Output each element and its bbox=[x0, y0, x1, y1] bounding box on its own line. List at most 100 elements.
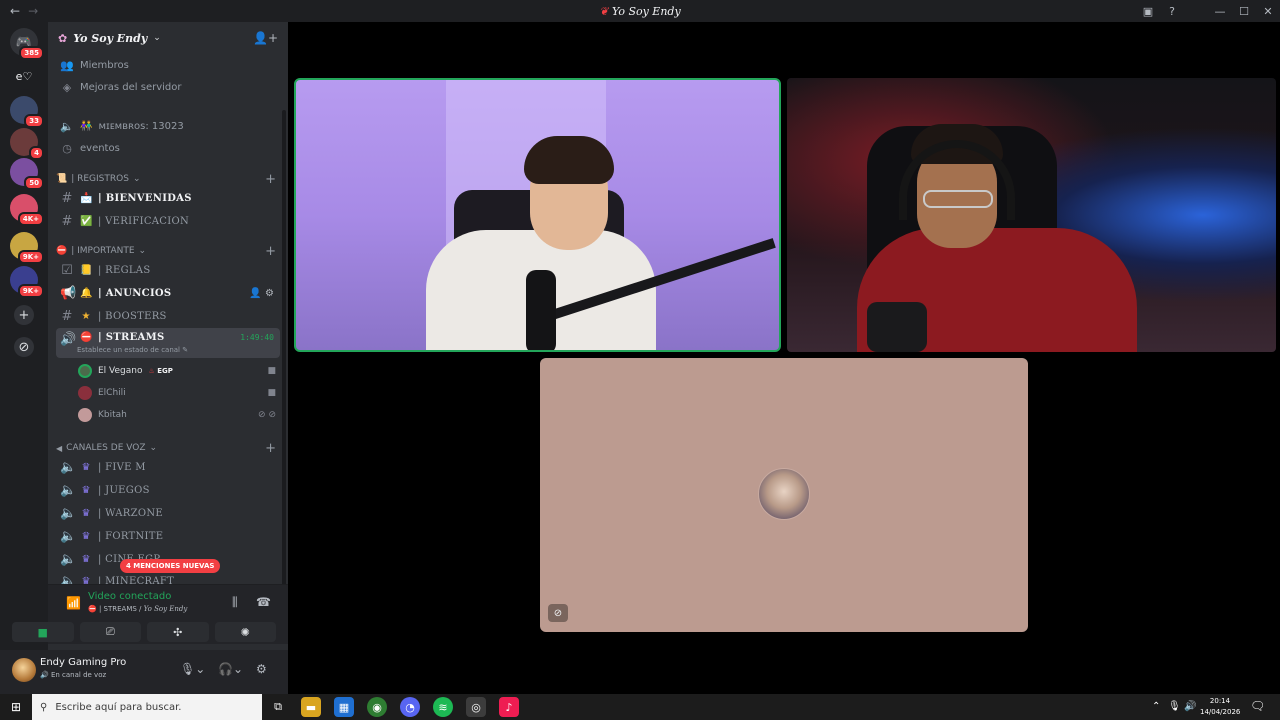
soundboard-button[interactable]: ✺ bbox=[214, 622, 276, 642]
check-emoji-icon: ✅ bbox=[80, 215, 93, 227]
server-badge: 9K+ bbox=[17, 250, 44, 264]
add-channel-icon[interactable]: + bbox=[265, 441, 276, 456]
camera-button[interactable]: ■ bbox=[12, 622, 74, 642]
tray-chevron-icon[interactable]: ⌃ bbox=[1152, 701, 1160, 712]
new-mentions-pill[interactable]: 4 MENCIONES NUEVAS bbox=[120, 559, 221, 573]
headphones-icon[interactable]: 🎧⌄ bbox=[218, 662, 243, 676]
user-avatar[interactable] bbox=[12, 658, 36, 682]
invite-people-icon[interactable]: 👤+ bbox=[253, 31, 278, 45]
noise-suppression-icon[interactable]: ⫼ bbox=[232, 595, 238, 610]
server-e-heart[interactable]: e♡ bbox=[10, 62, 38, 90]
channel-fortnite[interactable]: 🔈 ♛ | FORTNITE bbox=[56, 525, 280, 547]
category-importante[interactable]: ⛔ | IMPORTANTE ⌄ + bbox=[56, 243, 280, 259]
category-registros[interactable]: 📜 | REGISTROS ⌄ + bbox=[56, 171, 280, 187]
system-clock[interactable]: 20:14 14/04/2026 bbox=[1200, 696, 1240, 718]
speaker-icon: 🔈 bbox=[60, 459, 77, 475]
add-channel-icon[interactable]: + bbox=[265, 244, 276, 259]
disconnect-icon[interactable]: ☎ bbox=[256, 595, 271, 609]
file-explorer-icon[interactable]: ▬ bbox=[301, 697, 321, 717]
chrome-icon[interactable]: ◉ bbox=[367, 697, 387, 717]
rules-icon: ☑ bbox=[61, 262, 73, 278]
settings-gear-icon[interactable]: ⚙ bbox=[256, 662, 267, 676]
channel-bienvenidas[interactable]: # 📩 | BIENVENIDAS bbox=[56, 187, 280, 209]
voice-speaker-icon: 🔊 bbox=[60, 332, 77, 347]
member-count-channel[interactable]: 🔈 👫 ᴍɪᴇᴍʙʀᴏs: 13023 bbox=[56, 116, 280, 136]
notification-icon[interactable]: 🗨 bbox=[1250, 699, 1265, 713]
obs-icon[interactable]: ◎ bbox=[466, 697, 486, 717]
minimize-icon[interactable]: — bbox=[1208, 5, 1232, 18]
channel-boosters[interactable]: # ★ | BOOSTERS bbox=[56, 305, 280, 327]
server-icon[interactable]: 33 bbox=[10, 96, 44, 128]
user-name[interactable]: Endy Gaming Pro bbox=[40, 657, 126, 668]
events-link[interactable]: ◷ eventos bbox=[56, 138, 280, 158]
server-boost-link[interactable]: ◈ Mejoras del servidor bbox=[56, 77, 280, 97]
server-header[interactable]: ✿ Yo Soy Endy ⌄ 👤+ bbox=[48, 22, 288, 54]
members-icon: 👥 bbox=[60, 58, 74, 72]
server-icon[interactable]: 50 bbox=[10, 158, 44, 190]
signal-icon[interactable]: 📶 bbox=[66, 596, 81, 610]
server-name: Yo Soy Endy bbox=[73, 31, 148, 45]
voice-user-el-vegano[interactable]: El Vegano ♨ EGP ■ bbox=[78, 361, 280, 381]
channel-juegos[interactable]: 🔈 ♛ | JUEGOS bbox=[56, 479, 280, 501]
microphone-icon[interactable]: 🎙⌄ bbox=[180, 662, 205, 676]
sidebar-scrollbar[interactable] bbox=[282, 110, 286, 600]
channel-warzone[interactable]: 🔈 ♛ | WARZONE bbox=[56, 502, 280, 524]
activities-button[interactable]: ✣ bbox=[147, 622, 209, 642]
add-channel-icon[interactable]: + bbox=[265, 172, 276, 187]
forward-arrow-icon[interactable]: → bbox=[28, 4, 38, 18]
category-canales-de-voz[interactable]: ◀ CANALES DE VOZ ⌄ + bbox=[56, 440, 280, 456]
discover-icon[interactable]: ⊘ bbox=[14, 337, 34, 357]
task-view-icon[interactable]: ⧉ bbox=[268, 697, 288, 717]
tiktok-icon[interactable]: ♪ bbox=[499, 697, 519, 717]
voice-user-elchili[interactable]: ElChili ■ bbox=[78, 383, 280, 403]
discord-taskbar-icon[interactable]: ◔ bbox=[400, 697, 420, 717]
add-server-icon[interactable]: + bbox=[14, 305, 34, 325]
taskbar-search[interactable]: ⚲ Escribe aquí para buscar. bbox=[32, 694, 262, 720]
server-icon[interactable]: 4K+ bbox=[10, 194, 44, 226]
store-icon[interactable]: ▦ bbox=[334, 697, 354, 717]
channel-reglas[interactable]: ☑ 📒 | REGLAS bbox=[56, 259, 280, 281]
members-link[interactable]: 👥 Miembros bbox=[56, 55, 280, 75]
channel-name: | JUEGOS bbox=[98, 484, 150, 496]
channel-five-m[interactable]: 🔈 ♛ | FIVE M bbox=[56, 456, 280, 478]
channel-verificacion[interactable]: # ✅ | VERIFICACION bbox=[56, 210, 280, 232]
channel-settings-icon[interactable]: 👤 ⚙ bbox=[249, 288, 274, 299]
avatar bbox=[78, 364, 92, 378]
spotify-icon[interactable]: ≋ bbox=[433, 697, 453, 717]
speaker-icon: 🔈 bbox=[60, 505, 77, 521]
speaker-icon: 🔊 bbox=[40, 671, 49, 679]
discord-home-icon[interactable]: 🎮 385 bbox=[10, 28, 44, 60]
channel-name: | REGLAS bbox=[98, 264, 151, 276]
tray-mic-icon[interactable]: 🎙 bbox=[1168, 701, 1181, 712]
server-icon[interactable]: 9K+ bbox=[10, 232, 44, 264]
voice-server-name: Yo Soy Endy bbox=[143, 605, 188, 613]
server-icon[interactable]: 9K+ bbox=[10, 266, 44, 298]
hash-icon: # bbox=[61, 190, 73, 206]
video-tile-camera-off[interactable]: ⊘ bbox=[540, 358, 1028, 632]
screen-share-button[interactable]: ⎚ bbox=[79, 622, 141, 642]
chevron-down-icon: ⌄ bbox=[138, 246, 147, 256]
video-tile[interactable] bbox=[787, 78, 1276, 352]
channel-anuncios[interactable]: 📢 🔔 | ANUNCIOS 👤 ⚙ bbox=[56, 282, 280, 304]
volume-icon[interactable]: 🔊 bbox=[1184, 701, 1196, 712]
speaker-small-icon: ◀ bbox=[56, 443, 63, 453]
channel-name: | ANUNCIOS bbox=[98, 287, 172, 299]
inbox-icon[interactable]: ▣ bbox=[1136, 5, 1160, 18]
voice-channel-info[interactable]: ⛔ | STREAMS / Yo Soy Endy bbox=[88, 605, 187, 613]
channel-status-prompt[interactable]: Establece un estado de canal ✎ bbox=[77, 346, 188, 354]
server-icon[interactable]: 4 bbox=[10, 128, 44, 160]
megaphone-icon: 📢 bbox=[60, 285, 77, 301]
voice-user-kbitah[interactable]: Kbitah ⊘ ⊘ bbox=[78, 405, 280, 425]
video-tile-speaking[interactable] bbox=[294, 78, 781, 352]
help-icon[interactable]: ? bbox=[1160, 5, 1184, 18]
search-placeholder: Escribe aquí para buscar. bbox=[55, 701, 182, 713]
close-icon[interactable]: ✕ bbox=[1256, 5, 1280, 18]
server-logo-icon: ❦ bbox=[599, 4, 609, 18]
category-label: | REGISTROS bbox=[71, 174, 129, 184]
back-arrow-icon[interactable]: ← bbox=[10, 4, 20, 18]
windows-start-icon[interactable]: ⊞ bbox=[0, 694, 32, 720]
maximize-icon[interactable]: ☐ bbox=[1232, 5, 1256, 18]
server-badge: 50 bbox=[24, 176, 44, 190]
no-entry-emoji-icon: ⛔ bbox=[80, 332, 93, 343]
voice-actions: ■ ⎚ ✣ ✺ bbox=[12, 622, 276, 642]
